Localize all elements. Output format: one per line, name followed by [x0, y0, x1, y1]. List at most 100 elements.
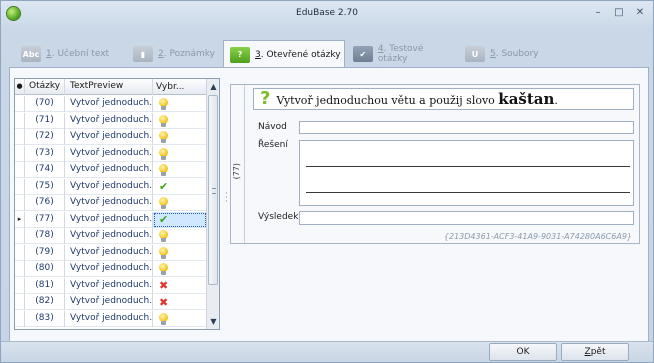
tab-bar: Abc 1. Učební text ▮ 2. Poznámky ? 3. Ot… [9, 40, 649, 68]
row-selector[interactable] [15, 228, 25, 244]
question-number: (76) [25, 195, 65, 211]
table-row[interactable]: ▸ (77) Vytvoř jednoduch... ✔ [15, 211, 207, 228]
header-textpreview[interactable]: TextPreview [65, 79, 153, 95]
row-selector[interactable] [15, 310, 25, 327]
lightbulb-icon [159, 246, 168, 259]
scroll-down-icon[interactable]: ▼ [209, 317, 218, 326]
header-selector[interactable]: ● [15, 79, 25, 95]
grid-vertical-scrollbar[interactable]: ▲ ▼ [206, 79, 219, 329]
question-number: (79) [25, 244, 65, 261]
note-icon: ▮ [133, 46, 153, 62]
selection-state-cell[interactable]: ✖ [153, 277, 207, 294]
selection-state-cell[interactable]: ✔ [153, 178, 207, 195]
tab-label: 4. Testové otázky [377, 44, 424, 64]
row-selector[interactable] [15, 244, 25, 261]
question-preview: Vytvoř jednoduch... [65, 294, 153, 310]
selection-state-cell[interactable] [153, 96, 207, 112]
vysledek-input[interactable] [299, 211, 634, 225]
navod-input[interactable] [299, 121, 634, 134]
table-row[interactable]: (78) Vytvoř jednoduch... [15, 228, 207, 244]
question-text-box[interactable]: ? Vytvoř jednoduchou větu a použij slovo… [253, 88, 634, 110]
question-number: (81) [25, 277, 65, 294]
row-selector[interactable] [15, 277, 25, 294]
tab-soubory[interactable]: U 5. Soubory [459, 41, 547, 67]
table-row[interactable]: (74) Vytvoř jednoduch... [15, 162, 207, 178]
table-row[interactable]: (76) Vytvoř jednoduch... [15, 195, 207, 211]
maximize-button[interactable]: □ [611, 6, 627, 20]
back-button[interactable]: Zpět [561, 343, 629, 361]
selection-state-cell[interactable] [153, 261, 207, 277]
tab-poznamky[interactable]: ▮ 2. Poznámky [127, 41, 231, 67]
question-preview: Vytvoř jednoduch... [65, 228, 153, 244]
question-text: Vytvoř jednoduchou větu a použij slovo k… [276, 90, 558, 108]
tab-otevrene-otazky[interactable]: ? 3. Otevřené otázky [223, 40, 345, 68]
detail-side-strip: (77) [231, 85, 245, 243]
minimize-button[interactable]: – [590, 6, 606, 20]
question-number: (80) [25, 261, 65, 277]
header-vybrano[interactable]: Vybr... [153, 79, 207, 95]
selection-state-cell[interactable] [153, 162, 207, 178]
question-preview: Vytvoř jednoduch... [65, 178, 153, 195]
row-selector[interactable] [15, 195, 25, 211]
tab-ucebni-text[interactable]: Abc 1. Učební text [15, 41, 121, 67]
table-row[interactable]: (79) Vytvoř jednoduch... [15, 244, 207, 261]
selection-state-cell[interactable] [153, 129, 207, 145]
table-row[interactable]: (70) Vytvoř jednoduch... [15, 96, 207, 112]
header-otazky-label: Otázky [29, 81, 61, 91]
answer-line [306, 166, 630, 167]
selection-state-cell[interactable]: ✔ [153, 211, 207, 228]
splitter-handle[interactable]: · · · [225, 190, 228, 207]
question-number: (83) [25, 310, 65, 327]
row-selector[interactable] [15, 112, 25, 129]
question-preview: Vytvoř jednoduch... [65, 162, 153, 178]
tab-testove-otazky[interactable]: ✔ 4. Testové otázky [347, 41, 455, 67]
question-preview: Vytvoř jednoduch... [65, 112, 153, 129]
selection-state-cell[interactable]: ✖ [153, 294, 207, 310]
row-selector[interactable] [15, 129, 25, 145]
selection-state-cell[interactable] [153, 145, 207, 162]
scrollbar-thumb[interactable] [208, 95, 218, 285]
lightbulb-icon [159, 230, 168, 242]
lightbulb-icon [159, 131, 168, 143]
selection-state-cell[interactable] [153, 228, 207, 244]
ok-button[interactable]: OK [489, 343, 557, 361]
header-otazky[interactable]: Otázky / [25, 79, 65, 95]
table-row[interactable]: (71) Vytvoř jednoduch... [15, 112, 207, 129]
questions-grid[interactable]: ● Otázky / TextPreview Vybr... (70)Vytvo… [14, 78, 220, 330]
title-bar[interactable]: EduBase 2.70 – □ ✕ [1, 1, 653, 27]
row-selector[interactable] [15, 162, 25, 178]
table-row[interactable]: (80) Vytvoř jednoduch... [15, 261, 207, 277]
question-icon: ? [230, 46, 250, 63]
close-button[interactable]: ✕ [632, 6, 648, 20]
lightbulb-icon [159, 164, 168, 176]
table-row[interactable]: (73) Vytvoř jednoduch... [15, 145, 207, 162]
question-preview: Vytvoř jednoduch... [65, 261, 153, 277]
row-selector[interactable] [15, 178, 25, 195]
table-row[interactable]: (81) Vytvoř jednoduch... ✖ [15, 277, 207, 294]
lightbulb-icon [159, 197, 168, 209]
table-row[interactable]: (75) Vytvoř jednoduch... ✔ [15, 178, 207, 195]
window-title: EduBase 2.70 [296, 8, 358, 18]
lightbulb-icon [159, 263, 168, 275]
selection-state-cell[interactable] [153, 244, 207, 261]
question-preview: Vytvoř jednoduch... [65, 277, 153, 294]
text-abc-icon: Abc [21, 46, 41, 62]
row-selector[interactable] [15, 96, 25, 112]
selection-state-cell[interactable] [153, 310, 207, 327]
scroll-up-icon[interactable]: ▲ [209, 82, 218, 91]
lightbulb-icon [159, 147, 168, 160]
table-row[interactable]: (83) Vytvoř jednoduch... [15, 310, 207, 327]
table-row[interactable]: (72) Vytvoř jednoduch... [15, 129, 207, 145]
selection-state-cell[interactable] [153, 112, 207, 129]
file-icon: U [465, 46, 485, 62]
current-row-indicator-icon[interactable]: ▸ [15, 211, 25, 228]
table-row[interactable]: (82) Vytvoř jednoduch... ✖ [15, 294, 207, 310]
cross-icon: ✖ [159, 279, 169, 292]
reseni-input[interactable] [299, 140, 634, 206]
selection-state-cell[interactable] [153, 195, 207, 211]
grid-header: ● Otázky / TextPreview Vybr... [15, 79, 207, 95]
lightbulb-icon [159, 312, 168, 325]
row-selector[interactable] [15, 261, 25, 277]
row-selector[interactable] [15, 145, 25, 162]
row-selector[interactable] [15, 294, 25, 310]
